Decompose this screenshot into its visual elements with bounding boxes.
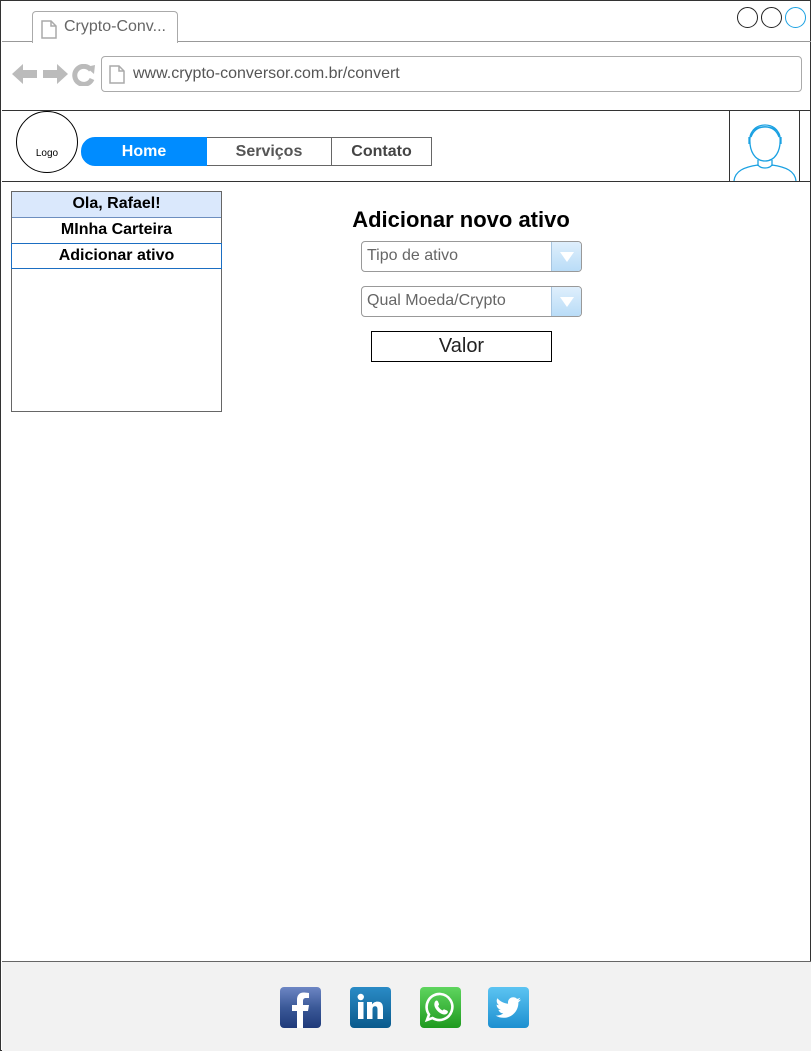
page-title: Adicionar novo ativo xyxy=(352,207,570,232)
moeda-select[interactable]: Qual Moeda/Crypto xyxy=(361,286,582,317)
logo[interactable]: Logo xyxy=(16,111,78,173)
logo-text: Logo xyxy=(35,148,59,159)
window-close-icon[interactable] xyxy=(785,7,806,28)
url-input[interactable]: www.crypto-conversor.com.br/convert xyxy=(101,56,802,92)
page-icon xyxy=(109,65,125,89)
sidebar-item-adicionar-ativo[interactable]: Adicionar ativo xyxy=(11,243,222,269)
browser-tab[interactable]: Crypto-Conv... xyxy=(32,11,178,43)
page-icon xyxy=(41,20,57,44)
address-bar: www.crypto-conversor.com.br/convert xyxy=(2,42,811,111)
chevron-down-icon[interactable] xyxy=(551,242,581,271)
tipo-ativo-select[interactable]: Tipo de ativo xyxy=(361,241,582,272)
reload-icon[interactable] xyxy=(72,63,96,91)
forward-arrow-icon[interactable] xyxy=(42,64,68,89)
top-nav: Home Serviços Contato xyxy=(81,137,432,166)
tipo-ativo-value: Tipo de ativo xyxy=(367,247,459,264)
user-avatar-icon xyxy=(733,124,797,182)
url-text: www.crypto-conversor.com.br/convert xyxy=(133,65,400,82)
facebook-icon[interactable] xyxy=(280,987,321,1028)
chevron-down-icon[interactable] xyxy=(551,287,581,316)
valor-input[interactable]: Valor xyxy=(371,331,552,362)
sidebar: Ola, Rafael! MInha Carteira Adicionar at… xyxy=(11,191,222,412)
window-maximize-icon[interactable] xyxy=(761,7,782,28)
twitter-icon[interactable] xyxy=(488,987,529,1028)
linkedin-icon[interactable] xyxy=(350,987,391,1028)
browser-window: Crypto-Conv... www.crypto-conversor.com.… xyxy=(0,0,811,1051)
avatar[interactable] xyxy=(729,111,800,182)
sidebar-greeting: Ola, Rafael! xyxy=(12,192,221,218)
app-header: Logo Home Serviços Contato xyxy=(2,111,811,182)
tab-title: Crypto-Conv... xyxy=(64,18,166,35)
tab-bar: Crypto-Conv... xyxy=(2,2,811,43)
whatsapp-icon[interactable] xyxy=(420,987,461,1028)
window-minimize-icon[interactable] xyxy=(737,7,758,28)
footer xyxy=(2,961,811,1051)
back-arrow-icon[interactable] xyxy=(12,64,38,89)
nav-home[interactable]: Home xyxy=(81,137,207,166)
nav-contato[interactable]: Contato xyxy=(332,137,432,166)
sidebar-item-minha-carteira[interactable]: MInha Carteira xyxy=(12,218,221,244)
nav-servicos[interactable]: Serviços xyxy=(207,137,332,166)
moeda-value: Qual Moeda/Crypto xyxy=(367,292,506,309)
